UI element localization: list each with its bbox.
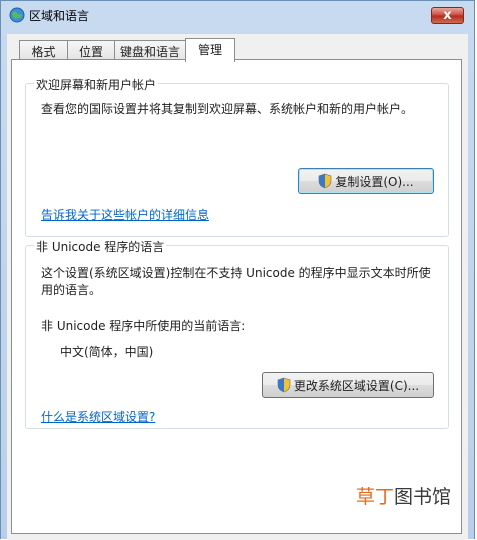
change-system-locale-button[interactable]: 更改系统区域设置(C)...: [262, 372, 434, 398]
title-bar[interactable]: 区域和语言 x: [1, 1, 474, 29]
non-unicode-group: 非 Unicode 程序的语言 这个设置(系统区域设置)控制在不支持 Unico…: [25, 238, 449, 429]
uac-shield-icon: [277, 377, 291, 393]
current-language-label: 非 Unicode 程序中所使用的当前语言:: [41, 319, 246, 333]
group-label: 非 Unicode 程序的语言: [34, 238, 167, 255]
system-locale-help-link[interactable]: 什么是系统区域设置?: [41, 408, 155, 425]
region-language-window: 区域和语言 x 格式 位置 键盘和语言 管理 欢迎屏幕和新用户帐户 查看您的国际…: [0, 0, 475, 540]
close-icon: x: [443, 8, 452, 23]
watermark: 草丁图书馆: [356, 482, 451, 509]
tab-administrative[interactable]: 管理: [185, 38, 235, 62]
tab-label: 位置: [78, 45, 103, 59]
unicode-description-line1: 这个设置(系统区域设置)控制在不支持 Unicode 的程序中显示文本时所使: [41, 266, 431, 280]
copy-settings-button[interactable]: 复制设置(O)...: [298, 168, 434, 194]
watermark-part1: 草丁: [355, 486, 394, 508]
tab-label: 格式: [31, 45, 56, 59]
accounts-details-link[interactable]: 告诉我关于这些帐户的详细信息: [41, 206, 209, 223]
current-language-value: 中文(简体，中国): [60, 345, 154, 359]
dialog-client: 格式 位置 键盘和语言 管理 欢迎屏幕和新用户帐户 查看您的国际设置并将其复制到…: [7, 34, 468, 540]
group-label: 欢迎屏幕和新用户帐户: [34, 76, 159, 93]
welcome-screen-group: 欢迎屏幕和新用户帐户 查看您的国际设置并将其复制到欢迎屏幕、系统帐户和新的用户帐…: [25, 76, 449, 237]
globe-icon: [9, 7, 25, 23]
tab-label: 键盘和语言: [119, 45, 180, 59]
tab-panel-administrative: 欢迎屏幕和新用户帐户 查看您的国际设置并将其复制到欢迎屏幕、系统帐户和新的用户帐…: [11, 59, 462, 534]
tab-location[interactable]: 位置: [67, 40, 115, 60]
button-label: 复制设置(O)...: [335, 174, 414, 189]
tab-keyboards-languages[interactable]: 键盘和语言: [114, 40, 186, 60]
button-label: 更改系统区域设置(C)...: [293, 378, 420, 393]
welcome-description: 查看您的国际设置并将其复制到欢迎屏幕、系统帐户和新的用户帐户。: [41, 102, 414, 116]
uac-shield-icon: [319, 173, 332, 189]
close-button[interactable]: x: [431, 7, 464, 24]
unicode-description-line2: 用的语言。: [41, 283, 102, 297]
window-title: 区域和语言: [29, 9, 90, 23]
tab-formats[interactable]: 格式: [19, 40, 68, 60]
watermark-part2: 图书馆: [393, 486, 451, 508]
tab-label: 管理: [197, 43, 222, 57]
